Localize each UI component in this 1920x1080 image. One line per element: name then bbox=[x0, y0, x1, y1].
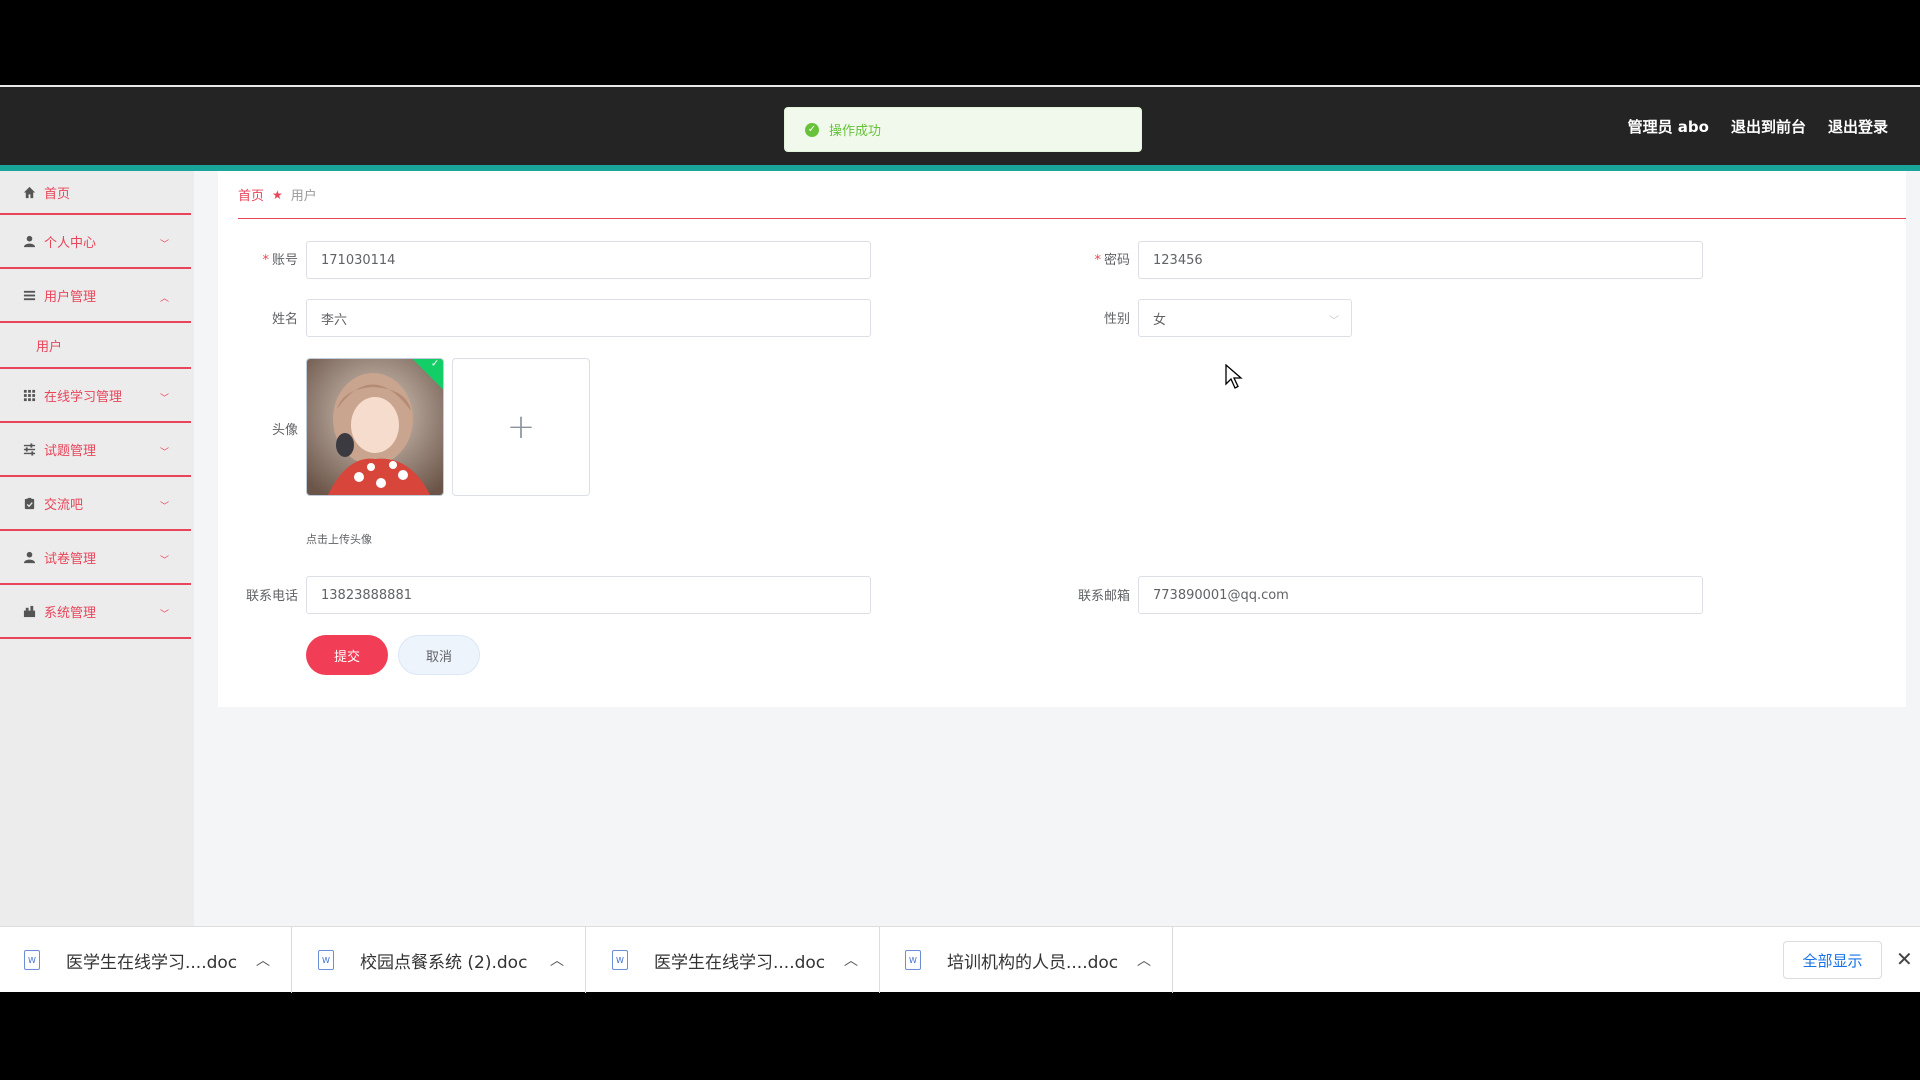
sidebar-item-label: 在线学习管理 bbox=[44, 389, 123, 405]
chevron-down-icon: ﹀ bbox=[159, 240, 169, 250]
clipboard-icon bbox=[22, 496, 36, 510]
home-icon bbox=[22, 185, 36, 199]
chevron-down-icon: ﹀ bbox=[1329, 316, 1339, 327]
check-icon: ✓ bbox=[430, 358, 440, 370]
download-bar: W 医学生在线学习....doc ︿ W 校园点餐系统 (2).doc ︿ W … bbox=[0, 926, 1920, 993]
email-label: 联系邮箱 bbox=[1077, 589, 1130, 604]
breadcrumb: 首页 ★ 用户 bbox=[238, 171, 1906, 219]
download-item[interactable]: W 医学生在线学习....doc ︿ bbox=[0, 927, 292, 993]
sidebar-item-label: 交流吧 bbox=[44, 497, 84, 513]
gear-icon bbox=[22, 604, 36, 618]
avatar-upload-hint: 点击上传头像 bbox=[306, 533, 372, 546]
sidebar-item-forum[interactable]: 交流吧 ﹀ bbox=[0, 477, 191, 531]
mouse-cursor-icon bbox=[1225, 363, 1243, 394]
download-filename: 医学生在线学习....doc bbox=[654, 952, 826, 973]
app-body: 首页 个人中心 ﹀ 用户管理 ︿ 用户 在线学习管理 ﹀ 试题管理 ﹀ 交流吧 … bbox=[0, 171, 1920, 926]
avatar-label: 头像 bbox=[271, 423, 298, 438]
toast-message: 操作成功 bbox=[829, 124, 882, 139]
download-item[interactable]: W 培训机构的人员....doc ︿ bbox=[881, 927, 1173, 993]
sidebar-item-exam-paper-management[interactable]: 试卷管理 ﹀ bbox=[0, 531, 191, 585]
show-all-downloads-button[interactable]: 全部显示 bbox=[1783, 941, 1882, 979]
download-filename: 培训机构的人员....doc bbox=[947, 952, 1119, 973]
sliders-icon bbox=[22, 442, 36, 456]
email-input[interactable]: 773890001@qq.com bbox=[1138, 576, 1703, 614]
chevron-down-icon: ﹀ bbox=[159, 502, 169, 512]
password-input[interactable]: 123456 bbox=[1138, 241, 1703, 279]
sidebar-subitem-label: 用户 bbox=[36, 339, 63, 355]
download-item[interactable]: W 医学生在线学习....doc ︿ bbox=[588, 927, 880, 993]
avatar-upload-button[interactable]: + bbox=[452, 358, 590, 496]
grid-icon bbox=[22, 388, 36, 402]
avatar-image[interactable]: ✓ bbox=[306, 358, 444, 496]
sidebar-item-label: 试题管理 bbox=[44, 443, 97, 459]
user-icon bbox=[22, 234, 36, 248]
chevron-down-icon: ﹀ bbox=[159, 394, 169, 404]
phone-label: 联系电话 bbox=[245, 589, 298, 604]
submit-button[interactable]: 提交 bbox=[306, 635, 388, 675]
breadcrumb-current: 用户 bbox=[290, 189, 317, 204]
chevron-up-icon[interactable]: ︿ bbox=[256, 950, 270, 970]
sidebar-item-home[interactable]: 首页 bbox=[0, 171, 191, 215]
chevron-up-icon[interactable]: ︿ bbox=[844, 950, 858, 970]
chevron-up-icon[interactable]: ︿ bbox=[1137, 950, 1151, 970]
cancel-button[interactable]: 取消 bbox=[398, 635, 480, 675]
sidebar-item-personal-center[interactable]: 个人中心 ﹀ bbox=[0, 215, 191, 269]
sidebar-item-online-learning[interactable]: 在线学习管理 ﹀ bbox=[0, 369, 191, 423]
logout-link[interactable]: 退出登录 bbox=[1828, 116, 1888, 137]
sidebar-item-question-management[interactable]: 试题管理 ﹀ bbox=[0, 423, 191, 477]
sidebar: 首页 个人中心 ﹀ 用户管理 ︿ 用户 在线学习管理 ﹀ 试题管理 ﹀ 交流吧 … bbox=[0, 171, 194, 926]
success-toast: ✓ 操作成功 bbox=[784, 107, 1142, 152]
exit-to-front-link[interactable]: 退出到前台 bbox=[1731, 116, 1806, 137]
sidebar-item-label: 用户管理 bbox=[44, 289, 97, 305]
doc-file-icon: W bbox=[612, 950, 628, 970]
user-form-card: 首页 ★ 用户 * 账号 171030114 * 密码 123456 姓名 李六 性… bbox=[218, 171, 1906, 707]
doc-file-icon: W bbox=[318, 950, 334, 970]
doc-file-icon: W bbox=[24, 950, 40, 970]
download-filename: 校园点餐系统 (2).doc bbox=[360, 952, 528, 973]
name-input[interactable]: 李六 bbox=[306, 299, 871, 337]
download-item[interactable]: W 校园点餐系统 (2).doc ︿ bbox=[294, 927, 586, 993]
sidebar-item-label: 试卷管理 bbox=[44, 551, 97, 567]
screen: 管理员 abo 退出到前台 退出登录 首页 个人中心 ﹀ 用户管理 ︿ 用户 在… bbox=[0, 0, 1920, 1080]
list-icon bbox=[22, 288, 36, 302]
sidebar-item-label: 首页 bbox=[44, 186, 71, 202]
check-circle-icon: ✓ bbox=[805, 122, 819, 137]
account-label: * 账号 bbox=[262, 253, 298, 268]
name-label: 姓名 bbox=[271, 312, 298, 327]
account-input[interactable]: 171030114 bbox=[306, 241, 871, 279]
chevron-up-icon: ︿ bbox=[159, 294, 169, 304]
header-actions: 管理员 abo 退出到前台 退出登录 bbox=[1628, 87, 1888, 165]
plus-icon: + bbox=[506, 407, 536, 447]
phone-input[interactable]: 13823888881 bbox=[306, 576, 871, 614]
doc-file-icon: W bbox=[905, 950, 921, 970]
chevron-down-icon: ﹀ bbox=[159, 448, 169, 458]
star-icon: ★ bbox=[272, 187, 283, 202]
download-filename: 医学生在线学习....doc bbox=[66, 952, 238, 973]
gender-label: 性别 bbox=[1103, 312, 1130, 327]
password-label: * 密码 bbox=[1094, 253, 1130, 268]
gender-select-value: 女 bbox=[1153, 312, 1167, 328]
sidebar-item-label: 个人中心 bbox=[44, 235, 97, 251]
sidebar-subitem-users[interactable]: 用户 bbox=[0, 323, 191, 369]
breadcrumb-home[interactable]: 首页 bbox=[238, 185, 264, 204]
admin-user-label: 管理员 abo bbox=[1627, 117, 1709, 136]
chevron-down-icon: ﹀ bbox=[159, 556, 169, 566]
sidebar-item-label: 系统管理 bbox=[44, 605, 97, 621]
chevron-down-icon: ﹀ bbox=[159, 610, 169, 620]
sidebar-item-system-management[interactable]: 系统管理 ﹀ bbox=[0, 585, 191, 639]
chevron-up-icon[interactable]: ︿ bbox=[550, 950, 564, 970]
close-icon[interactable]: ✕ bbox=[1896, 947, 1913, 971]
user-icon bbox=[22, 550, 36, 564]
gender-select[interactable]: 女 ﹀ bbox=[1138, 299, 1352, 337]
sidebar-item-user-management[interactable]: 用户管理 ︿ bbox=[0, 269, 191, 323]
